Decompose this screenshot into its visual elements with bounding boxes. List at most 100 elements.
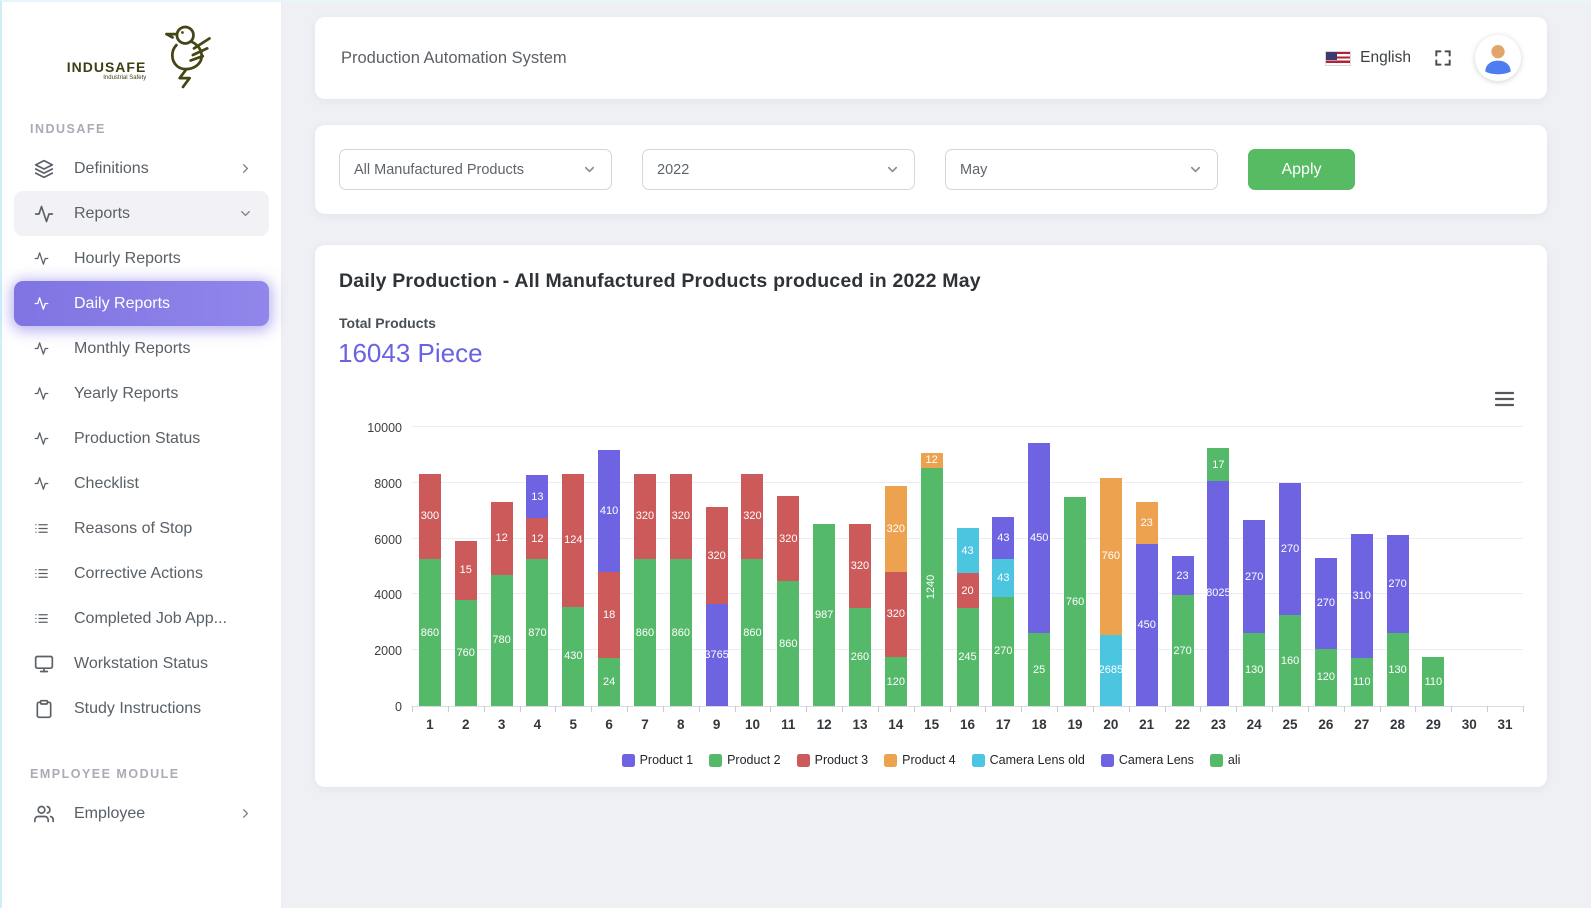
legend-item-product-3[interactable]: Product 3 bbox=[797, 753, 869, 767]
bar-day-17[interactable]: 2704343 bbox=[992, 517, 1014, 706]
x-axis-tick bbox=[591, 706, 592, 712]
bar-segment-red: 18 bbox=[598, 572, 620, 659]
bird-logo-icon bbox=[150, 18, 216, 97]
x-axis-tick bbox=[1272, 706, 1273, 712]
bar-day-14[interactable]: 120320320 bbox=[885, 486, 907, 706]
x-axis-day-label: 2 bbox=[448, 717, 484, 732]
bar-segment-green: 110 bbox=[1351, 658, 1373, 706]
bar-segment-label: 124 bbox=[564, 534, 582, 546]
sidebar-item-employee[interactable]: Employee bbox=[14, 791, 269, 836]
sidebar-item-label: Reports bbox=[74, 205, 130, 223]
bar-day-2[interactable]: 76015 bbox=[455, 541, 477, 706]
bar-day-27[interactable]: 110310 bbox=[1351, 534, 1373, 706]
bar-segment-green: 110 bbox=[1422, 657, 1444, 706]
apply-button[interactable]: Apply bbox=[1248, 149, 1355, 190]
bar-segment-label: 110 bbox=[1353, 676, 1371, 688]
legend-item-ali[interactable]: ali bbox=[1210, 753, 1241, 767]
bar-segment-label: 43 bbox=[997, 532, 1009, 544]
logo-text: INDUSAFE Industrial Safety bbox=[67, 59, 147, 81]
x-axis-day-label: 17 bbox=[985, 717, 1021, 732]
bar-segment-green: 760 bbox=[455, 600, 477, 706]
legend-item-camera-lens[interactable]: Camera Lens bbox=[1101, 753, 1194, 767]
total-products-label: Total Products bbox=[339, 315, 436, 331]
bar-segment-red: 320 bbox=[634, 474, 656, 559]
chart-menu-icon[interactable] bbox=[1495, 391, 1514, 407]
x-axis-tick bbox=[770, 706, 771, 712]
x-axis-day-label: 13 bbox=[842, 717, 878, 732]
bar-day-21[interactable]: 45023 bbox=[1136, 502, 1158, 706]
legend-item-product-2[interactable]: Product 2 bbox=[709, 753, 781, 767]
app-logo[interactable]: INDUSAFE Industrial Safety bbox=[2, 2, 281, 106]
bar-day-10[interactable]: 860320 bbox=[741, 474, 763, 706]
sidebar-item-label: Study Instructions bbox=[74, 700, 201, 718]
x-axis-tick bbox=[1451, 706, 1452, 712]
bar-day-24[interactable]: 130270 bbox=[1243, 520, 1265, 706]
x-axis-day-label: 16 bbox=[950, 717, 986, 732]
legend-item-product-1[interactable]: Product 1 bbox=[622, 753, 694, 767]
bar-segment-label: 300 bbox=[421, 510, 439, 522]
bar-segment-red: 300 bbox=[419, 474, 441, 559]
bar-segment-purple: 270 bbox=[1387, 535, 1409, 633]
bar-day-4[interactable]: 8701213 bbox=[526, 475, 548, 706]
product-filter-dropdown[interactable]: All Manufactured Products bbox=[339, 149, 612, 190]
bar-day-19[interactable]: 760 bbox=[1064, 497, 1086, 706]
bar-day-11[interactable]: 860320 bbox=[777, 496, 799, 706]
activity-icon bbox=[34, 203, 56, 225]
bar-segment-label: 25 bbox=[1033, 664, 1045, 676]
bar-segment-purple: 43 bbox=[992, 517, 1014, 559]
x-axis-tick bbox=[806, 706, 807, 712]
bar-day-3[interactable]: 78012 bbox=[491, 502, 513, 706]
activity-icon bbox=[34, 428, 56, 450]
bar-day-8[interactable]: 860320 bbox=[670, 474, 692, 706]
bar-day-6[interactable]: 2418410 bbox=[598, 450, 620, 706]
sidebar-item-reasons-of-stop[interactable]: Reasons of Stop bbox=[14, 506, 269, 551]
x-axis-tick bbox=[448, 706, 449, 712]
language-selector[interactable]: English bbox=[1325, 49, 1411, 67]
sidebar-item-daily-reports[interactable]: Daily Reports bbox=[14, 281, 269, 326]
bar-day-29[interactable]: 110 bbox=[1422, 657, 1444, 706]
sidebar-item-production-status[interactable]: Production Status bbox=[14, 416, 269, 461]
sidebar-item-definitions[interactable]: Definitions bbox=[14, 146, 269, 191]
month-filter-dropdown[interactable]: May bbox=[945, 149, 1218, 190]
bar-day-23[interactable]: 802517 bbox=[1207, 448, 1229, 706]
bar-segment-cyan: 2685 bbox=[1100, 635, 1122, 706]
bar-day-13[interactable]: 260320 bbox=[849, 524, 871, 706]
legend-label: ali bbox=[1228, 753, 1241, 767]
bar-segment-cyan: 43 bbox=[992, 559, 1014, 597]
sidebar-item-corrective-actions[interactable]: Corrective Actions bbox=[14, 551, 269, 596]
bar-day-5[interactable]: 430124 bbox=[562, 474, 584, 706]
bar-day-15[interactable]: 124012 bbox=[921, 453, 943, 706]
legend-item-camera-lens-old[interactable]: Camera Lens old bbox=[972, 753, 1085, 767]
fullscreen-icon[interactable] bbox=[1433, 48, 1453, 68]
bar-day-1[interactable]: 860300 bbox=[419, 474, 441, 706]
chart-card: Daily Production - All Manufactured Prod… bbox=[315, 245, 1547, 787]
filter-bar: All Manufactured Products 2022 May Apply bbox=[315, 125, 1547, 214]
legend-item-product-4[interactable]: Product 4 bbox=[884, 753, 956, 767]
bar-day-9[interactable]: 3765320 bbox=[706, 507, 728, 706]
bar-day-16[interactable]: 2452043 bbox=[957, 528, 979, 706]
bar-day-25[interactable]: 160270 bbox=[1279, 483, 1301, 706]
bar-segment-green: 130 bbox=[1243, 633, 1265, 706]
sidebar-item-hourly-reports[interactable]: Hourly Reports bbox=[14, 236, 269, 281]
sidebar-item-monthly-reports[interactable]: Monthly Reports bbox=[14, 326, 269, 371]
bar-day-18[interactable]: 25450 bbox=[1028, 443, 1050, 706]
bar-day-28[interactable]: 130270 bbox=[1387, 535, 1409, 706]
year-filter-dropdown[interactable]: 2022 bbox=[642, 149, 915, 190]
sidebar-item-checklist[interactable]: Checklist bbox=[14, 461, 269, 506]
sidebar-section-label: INDUSAFE bbox=[30, 122, 281, 136]
chevron-down-icon bbox=[582, 162, 597, 177]
bar-day-20[interactable]: 2685760 bbox=[1100, 478, 1122, 706]
sidebar-item-study-instructions[interactable]: Study Instructions bbox=[14, 686, 269, 731]
bar-day-22[interactable]: 27023 bbox=[1172, 556, 1194, 706]
bar-segment-label: 20 bbox=[961, 585, 973, 597]
bar-day-12[interactable]: 987 bbox=[813, 524, 835, 706]
sidebar-item-workstation-status[interactable]: Workstation Status bbox=[14, 641, 269, 686]
bar-day-7[interactable]: 860320 bbox=[634, 474, 656, 706]
sidebar-item-yearly-reports[interactable]: Yearly Reports bbox=[14, 371, 269, 416]
bar-day-26[interactable]: 120270 bbox=[1315, 558, 1337, 706]
sidebar-item-completed-job-app[interactable]: Completed Job App... bbox=[14, 596, 269, 641]
chevron-down-icon bbox=[1188, 162, 1203, 177]
x-axis-day-label: 4 bbox=[520, 717, 556, 732]
user-avatar[interactable] bbox=[1475, 35, 1521, 81]
sidebar-item-reports[interactable]: Reports bbox=[14, 191, 269, 236]
